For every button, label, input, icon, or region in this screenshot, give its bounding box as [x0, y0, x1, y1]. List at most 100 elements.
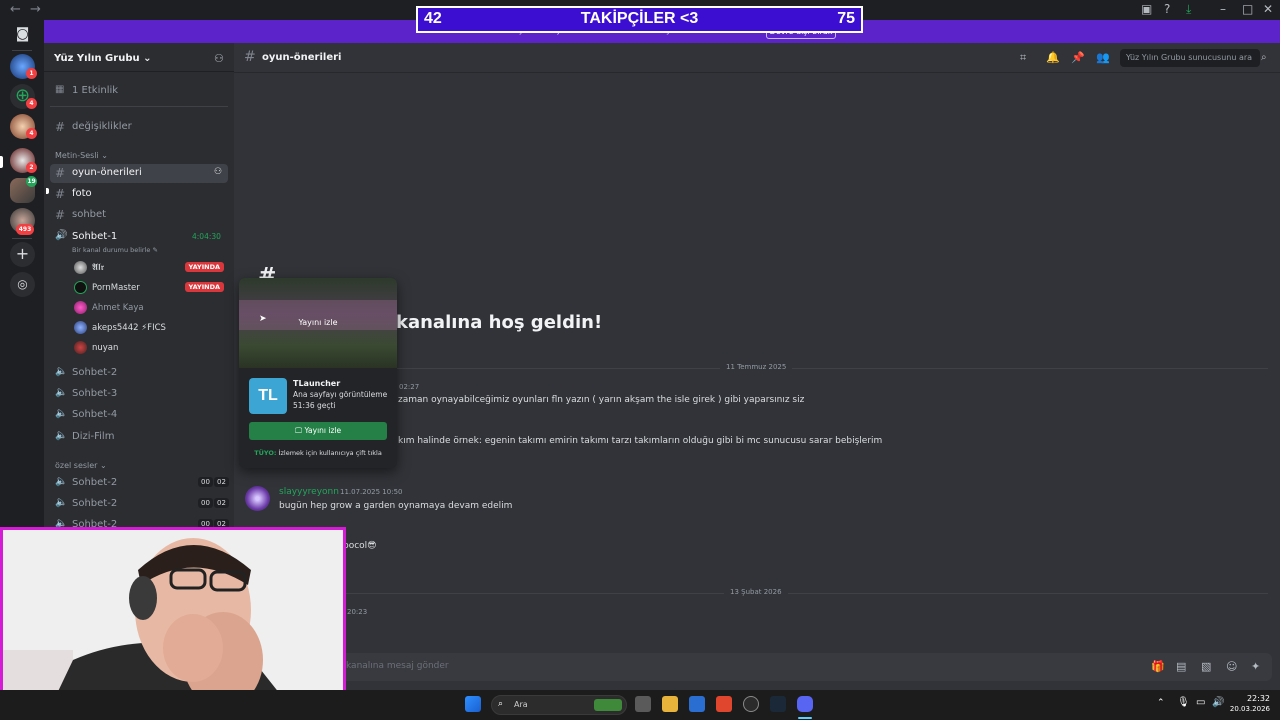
search-placeholder: Yüz Yılın Grubu sunucusunu ara	[1126, 53, 1253, 62]
private-voice-channel[interactable]: 🔈 Sohbet-2 00 02	[50, 495, 229, 514]
message-author[interactable]: slayyyreyonn	[279, 487, 339, 497]
channel-foto[interactable]: # foto	[46, 185, 228, 204]
message-composer[interactable]: kanalına mesaj gönder 🎁 ▤ ▧ ☺ ✦	[246, 653, 1272, 681]
channel-oyun-onerileri[interactable]: # oyun-önerileri ⚇	[50, 164, 228, 183]
active-app-indicator	[798, 717, 812, 719]
discord-taskbar-icon[interactable]	[797, 696, 813, 712]
follower-goal: 75	[837, 10, 855, 27]
voice-member[interactable]: PornMaster YAYINDA	[72, 279, 228, 297]
watch-stream-button[interactable]: 🖵 Yayını izle	[249, 422, 387, 440]
obs-icon[interactable]	[743, 696, 759, 712]
events-label: 1 Etkinlik	[72, 85, 119, 96]
inbox-icon[interactable]: ▣	[1141, 2, 1152, 16]
search-highlight-image	[594, 699, 622, 711]
discord-home-icon[interactable]: ◙	[10, 26, 35, 46]
download-icon[interactable]: ⤓	[1186, 2, 1191, 17]
search-input[interactable]: Yüz Yılın Grubu sunucusunu ara	[1120, 49, 1260, 67]
maximize-icon[interactable]: □	[1242, 2, 1253, 16]
forward-arrow-icon[interactable]: →	[30, 2, 41, 17]
voice-channel-sohbet-1[interactable]: 🔊 Sohbet-1 4:04:30	[50, 228, 228, 247]
voice-status[interactable]: Bir kanal durumu belirle ✎	[72, 246, 158, 254]
channel-label: değişiklikler	[72, 121, 132, 132]
apps-icon[interactable]: ✦	[1251, 660, 1260, 673]
activity-app: TLauncher	[293, 379, 341, 388]
server-badge: 4	[26, 128, 37, 139]
speaker-icon: 🔈	[55, 366, 68, 377]
windows-taskbar: ⌕ Ara ⌃ 🎙 ▭ 🔊 22:32 20.03.2026	[0, 690, 1280, 720]
voice-member[interactable]: 𝕬𝖑𝖗 YAYINDA	[72, 259, 228, 277]
help-icon[interactable]: ?	[1164, 2, 1170, 16]
network-icon[interactable]: ▭	[1196, 697, 1205, 708]
voice-channel-sohbet-4[interactable]: 🔈 Sohbet-4	[50, 406, 228, 425]
voice-channel-sohbet-2[interactable]: 🔈 Sohbet-2	[50, 364, 228, 383]
composer-placeholder: kanalına mesaj gönder	[346, 661, 449, 671]
stream-thumbnail[interactable]: ➤ Yayını izle	[239, 278, 397, 368]
private-voice-channel[interactable]: 🔈 Sohbet-2 00 02	[50, 474, 229, 493]
member-name: akeps5442 ⚡FICS	[92, 323, 166, 333]
stream-preview-popup: ➤ Yayını izle TL TLauncher Ana sayfayı g…	[239, 278, 397, 468]
member-list-icon[interactable]: 👥	[1096, 51, 1110, 64]
member-name: PornMaster	[92, 283, 140, 293]
voice-channel-dizi-film[interactable]: 🔈 Dizi-Film	[50, 428, 228, 447]
voice-member[interactable]: akeps5442 ⚡FICS	[72, 319, 228, 337]
volume-icon[interactable]: 🔊	[1212, 697, 1224, 708]
avatar	[74, 281, 87, 294]
channel-degisiklikler[interactable]: # değişiklikler	[50, 118, 228, 137]
sticker-icon[interactable]: ▧	[1201, 660, 1211, 673]
member-name: Ahmet Kaya	[92, 303, 144, 313]
tray-chevron-icon[interactable]: ⌃	[1157, 698, 1165, 708]
add-server-icon[interactable]: +	[10, 242, 35, 267]
close-window-icon[interactable]: ✕	[1263, 2, 1273, 16]
emoji-icon[interactable]: ☺	[1226, 660, 1237, 673]
avatar[interactable]	[245, 486, 270, 511]
channel-label: Dizi-Film	[72, 431, 115, 442]
unread-pill	[0, 156, 3, 168]
live-badge: YAYINDA	[184, 282, 224, 292]
invite-icon[interactable]: ⚇	[214, 167, 222, 177]
taskbar-search-label: Ara	[514, 700, 528, 709]
member-name: nuyan	[92, 343, 119, 353]
category-ozel-sesler[interactable]: özel sesler ⌄	[55, 461, 107, 470]
speaker-icon: 🔈	[55, 476, 68, 487]
gif-icon[interactable]: ▤	[1176, 660, 1186, 673]
server-name[interactable]: Yüz Yılın Grubu ⌄	[54, 53, 151, 64]
search-icon: ⌕	[1261, 52, 1267, 63]
hash-icon: #	[55, 208, 66, 222]
server-badge: 1	[26, 68, 37, 79]
channel-label: Sohbet-2	[72, 367, 118, 378]
voice-member[interactable]: nuyan	[72, 339, 228, 357]
server-badge: 19	[26, 176, 37, 187]
start-icon[interactable]	[465, 696, 481, 712]
hash-icon: #	[55, 187, 66, 201]
steam-icon[interactable]	[770, 696, 786, 712]
category-metin-sesli[interactable]: Metin-Sesli ⌄	[55, 151, 108, 160]
member-name: 𝕬𝖑𝖗	[92, 263, 104, 273]
avatar	[74, 341, 87, 354]
channel-label: Sohbet-2	[72, 498, 118, 509]
bell-icon[interactable]: 🔔	[1046, 51, 1060, 64]
mic-icon[interactable]: 🎙	[1177, 697, 1190, 708]
back-arrow-icon[interactable]: ←	[10, 2, 21, 17]
threads-icon[interactable]: ⌗	[1020, 51, 1026, 65]
add-member-icon[interactable]: ⚇	[214, 52, 224, 65]
minimize-icon[interactable]: –	[1220, 2, 1226, 16]
store-icon[interactable]	[689, 696, 705, 712]
file-explorer-icon[interactable]	[662, 696, 678, 712]
events-item[interactable]: ▦ 1 Etkinlik	[50, 82, 228, 101]
clock-time[interactable]: 22:32	[1236, 694, 1270, 703]
task-view-icon[interactable]	[635, 696, 651, 712]
hash-icon: #	[55, 166, 66, 180]
user-count: 00	[198, 477, 213, 487]
speaker-icon: 🔊	[55, 230, 68, 241]
taskbar-search[interactable]: ⌕ Ara	[491, 695, 627, 715]
gift-icon[interactable]: 🎁	[1151, 660, 1165, 673]
voice-member[interactable]: Ahmet Kaya	[72, 299, 228, 317]
clock-date[interactable]: 20.03.2026	[1226, 705, 1270, 713]
brave-icon[interactable]	[716, 696, 732, 712]
voice-channel-sohbet-3[interactable]: 🔈 Sohbet-3	[50, 385, 228, 404]
pin-icon[interactable]: 📌	[1071, 51, 1085, 64]
activity-detail: Ana sayfayı görüntüleme	[293, 390, 388, 399]
channel-sohbet[interactable]: # sohbet	[50, 206, 228, 225]
discover-icon[interactable]: ◎	[10, 272, 35, 297]
welcome-title: kanalına hoş geldin!	[396, 312, 603, 333]
